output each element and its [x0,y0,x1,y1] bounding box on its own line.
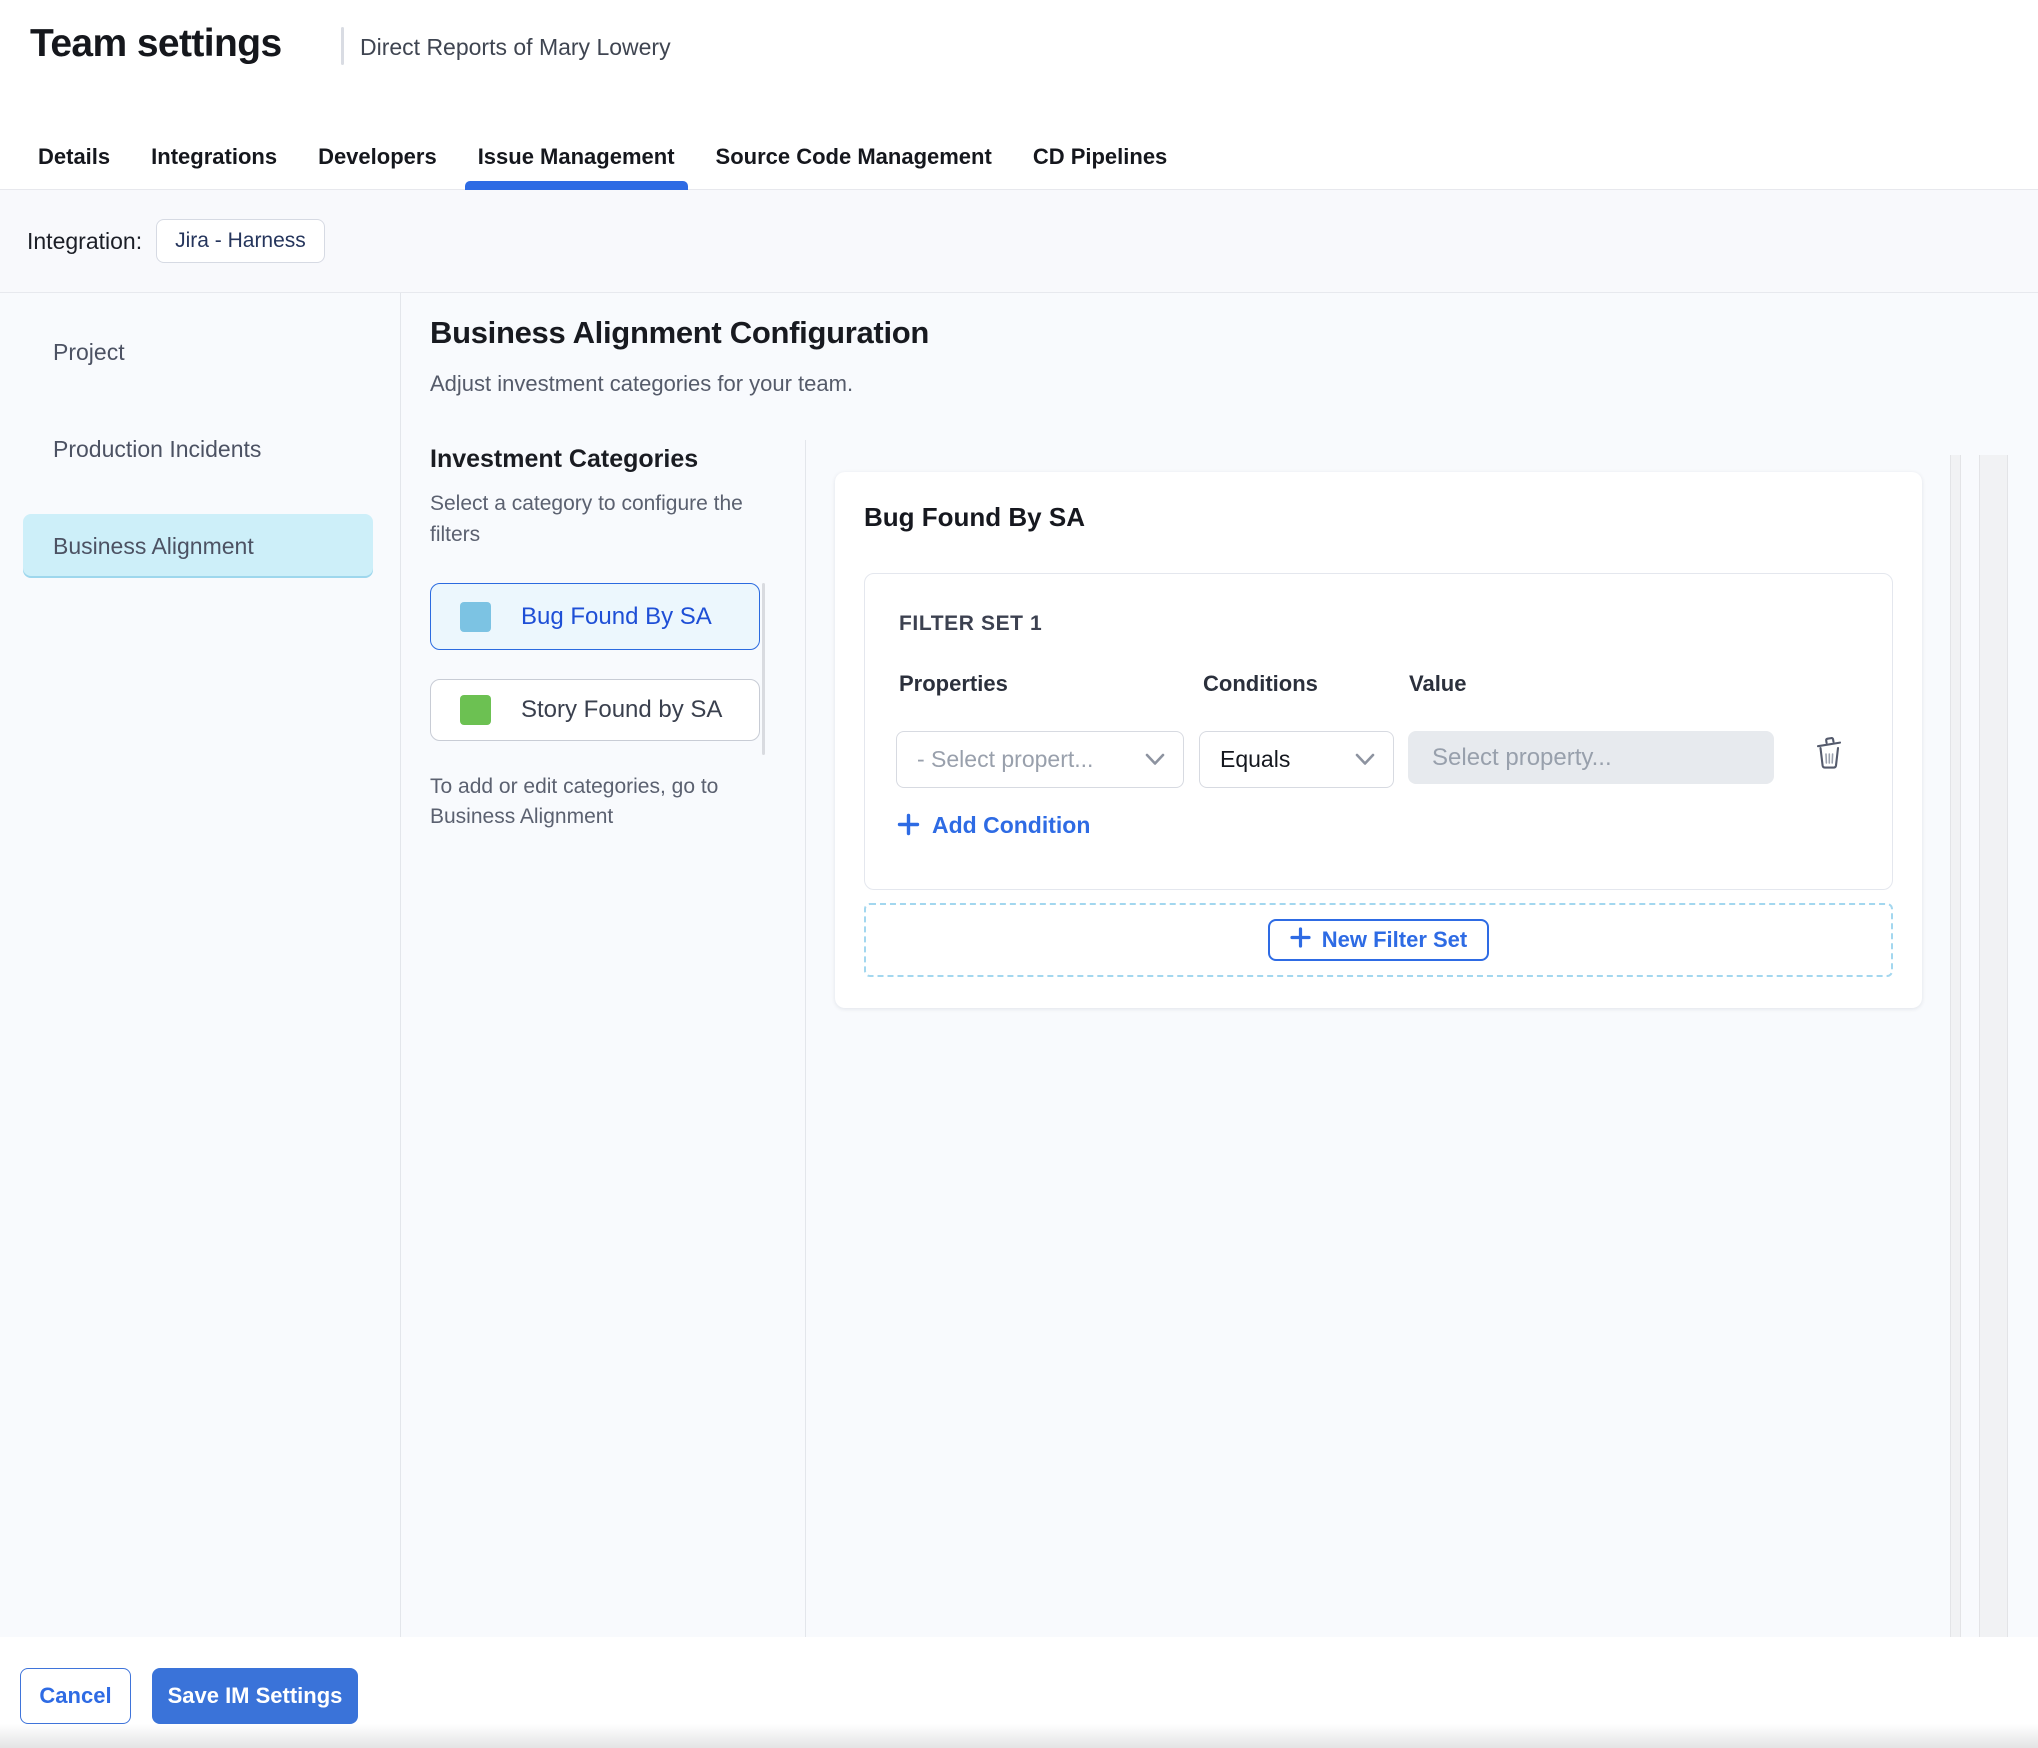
sidebar-item-production-incidents[interactable]: Production Incidents [23,417,373,481]
tab-integrations[interactable]: Integrations [151,125,277,189]
cancel-button[interactable]: Cancel [20,1668,131,1724]
category-label: Bug Found By SA [521,602,712,630]
filter-config-card: Bug Found By SA FILTER SET 1 Properties … [835,472,1922,1008]
section-title: Business Alignment Configuration [430,315,930,350]
sidebar-item-business-alignment[interactable]: Business Alignment [23,514,373,578]
investment-categories-heading: Investment Categories [430,445,699,473]
categories-footnote: To add or edit categories, go to Busines… [430,775,719,828]
add-condition-button[interactable]: Add Condition [897,812,1090,839]
page-title: Team settings [30,22,282,65]
delete-condition-button[interactable] [1809,734,1849,774]
conditions-column-label: Conditions [1203,671,1318,696]
value-column-label: Value [1409,671,1467,696]
save-im-settings-button[interactable]: Save IM Settings [152,1668,358,1724]
new-filter-set-label: New Filter Set [1321,927,1468,952]
tab-cd-pipelines[interactable]: CD Pipelines [1033,125,1167,189]
integration-chip[interactable]: Jira - Harness [156,219,325,263]
integration-label: Integration: [27,227,143,254]
column-divider [805,440,806,1637]
new-filter-set-dropzone: New Filter Set [864,903,1893,977]
chevron-down-icon [1355,753,1375,766]
category-list-scrollbar[interactable] [762,583,765,755]
integration-bar: Integration: Jira - Harness [0,190,2038,293]
trash-icon [1814,736,1844,773]
tab-details[interactable]: Details [38,125,110,189]
category-label: Story Found by SA [521,696,723,723]
property-select[interactable]: - Select propert... [896,731,1184,788]
title-separator [341,27,344,65]
plus-icon [1290,926,1311,954]
content-area: Project Production Incidents Business Al… [0,293,2038,1637]
main-panel: Business Alignment Configuration Adjust … [401,293,2038,1637]
footer-bar: Cancel Save IM Settings [0,1637,2038,1748]
bug-category-swatch-icon [460,601,491,632]
tab-source-code-management[interactable]: Source Code Management [716,125,992,189]
category-button-bug-found-by-sa[interactable]: Bug Found By SA [430,583,760,650]
investment-categories-hint: Select a category to configure the filte… [430,492,743,546]
properties-column-label: Properties [899,671,1008,696]
filter-set-heading: FILTER SET 1 [899,612,1043,635]
new-filter-set-button[interactable]: New Filter Set [1267,919,1490,961]
tab-issue-management[interactable]: Issue Management [464,125,688,190]
page-subtitle: Direct Reports of Mary Lowery [360,34,671,60]
app-header: Team settings Direct Reports of Mary Low… [0,0,2038,125]
category-button-story-found-by-sa[interactable]: Story Found by SA [430,679,760,741]
filter-card-title: Bug Found By SA [864,502,1085,532]
plus-icon [897,813,920,839]
team-settings-page: Team settings Direct Reports of Mary Low… [0,0,2038,1748]
tab-bar: Details Integrations Developers Issue Ma… [0,125,2038,190]
add-condition-label: Add Condition [932,812,1091,838]
tab-developers[interactable]: Developers [318,125,437,189]
story-category-swatch-icon [460,695,491,725]
filter-set-box: FILTER SET 1 Properties Conditions Value… [864,573,1893,890]
condition-select-value: Equals [1220,746,1291,772]
panel-scrollbar[interactable] [1950,455,1961,1637]
value-input[interactable] [1408,731,1774,784]
settings-sidebar: Project Production Incidents Business Al… [0,293,401,1637]
section-subtitle: Adjust investment categories for your te… [430,371,854,396]
condition-select[interactable]: Equals [1199,731,1394,788]
property-select-placeholder: - Select propert... [917,746,1094,772]
page-scrollbar[interactable] [1979,455,2008,1637]
sidebar-item-project[interactable]: Project [23,320,373,384]
chevron-down-icon [1145,753,1165,766]
